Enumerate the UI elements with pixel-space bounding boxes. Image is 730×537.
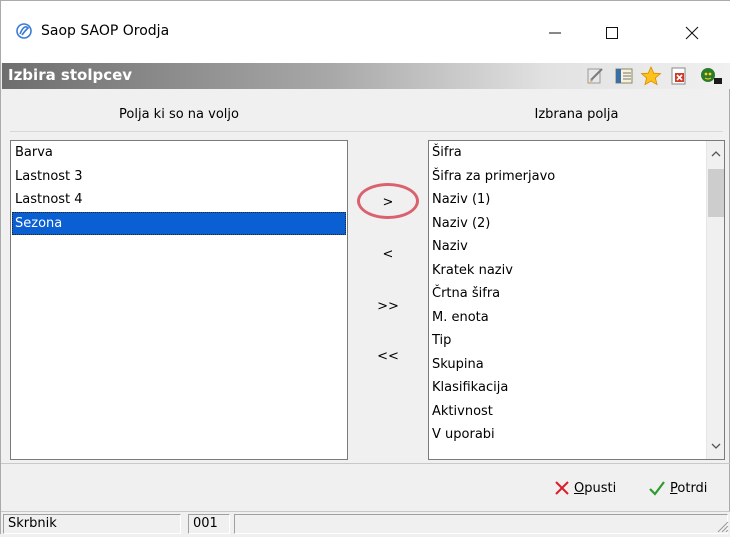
confirm-check-icon	[649, 481, 665, 496]
close-button[interactable]	[669, 13, 715, 53]
status-user: Skrbnik	[3, 514, 181, 534]
status-bar: Skrbnik 001	[1, 511, 730, 535]
header-divider	[10, 131, 723, 132]
list-item[interactable]: Aktivnost	[429, 400, 724, 424]
list-item[interactable]: V uporabi	[429, 423, 724, 447]
columns-icon[interactable]	[613, 66, 635, 86]
selected-fields-heading: Izbrana polja	[428, 97, 725, 131]
list-item[interactable]: Naziv	[429, 235, 724, 259]
confirm-button[interactable]: Potrdi	[648, 475, 707, 501]
list-item[interactable]: Klasifikacija	[429, 376, 724, 400]
status-code: 001	[188, 514, 230, 534]
minimize-button[interactable]	[532, 13, 578, 53]
cancel-button[interactable]: Opusti	[554, 475, 616, 501]
window-title: Saop SAOP Orodja	[41, 23, 170, 39]
dialog-heading: Izbira stolpcev	[8, 66, 133, 84]
header-strip: Izbira stolpcev	[2, 63, 730, 89]
maximize-icon	[606, 27, 618, 39]
list-item[interactable]: Naziv (2)	[429, 212, 724, 236]
resize-grip-icon[interactable]	[715, 519, 729, 533]
scroll-down-icon[interactable]	[707, 437, 724, 455]
list-item-selected[interactable]: Sezona	[12, 211, 346, 235]
favorite-star-icon[interactable]	[640, 66, 662, 86]
action-separator	[1, 463, 730, 464]
edit-icon[interactable]	[585, 66, 607, 86]
help-person-icon[interactable]	[696, 66, 726, 86]
list-item[interactable]: M. enota	[429, 306, 724, 330]
remove-all-fields-button[interactable]: <<	[365, 345, 411, 367]
cancel-label: Opusti	[574, 480, 617, 496]
dialog-window: Saop SAOP Orodja Izbira stolpcev Polja k…	[0, 0, 730, 535]
list-item[interactable]: Naziv (1)	[429, 188, 724, 212]
status-empty	[234, 514, 728, 534]
available-fields-list[interactable]: Barva Lastnost 3 Lastnost 4 Sezona	[10, 140, 348, 460]
available-fields-heading: Polja ki so na voljo	[10, 97, 348, 131]
saop-app-icon	[15, 22, 33, 40]
maximize-button[interactable]	[589, 13, 635, 53]
confirm-label: Potrdi	[670, 480, 708, 496]
close-document-icon[interactable]	[668, 66, 690, 86]
scrollbar-thumb[interactable]	[708, 169, 724, 217]
close-icon	[685, 26, 699, 40]
minimize-icon	[549, 32, 561, 34]
add-all-fields-button[interactable]: >>	[365, 295, 411, 317]
list-item[interactable]: Črtna šifra	[429, 282, 724, 306]
list-item[interactable]: Lastnost 3	[11, 165, 347, 189]
title-bar[interactable]: Saop SAOP Orodja	[1, 1, 730, 63]
list-item[interactable]: Skupina	[429, 353, 724, 377]
list-item[interactable]: Šifra za primerjavo	[429, 165, 724, 189]
list-item[interactable]: Kratek naziv	[429, 259, 724, 283]
add-field-button[interactable]: >	[365, 191, 411, 213]
cancel-x-icon	[555, 481, 569, 495]
scroll-up-icon[interactable]	[707, 145, 724, 163]
list-item[interactable]: Lastnost 4	[11, 188, 347, 212]
list-item[interactable]: Tip	[429, 329, 724, 353]
remove-field-button[interactable]: <	[365, 243, 411, 265]
list-item[interactable]: Šifra	[429, 141, 724, 165]
list-item[interactable]: Barva	[11, 141, 347, 165]
selected-fields-list[interactable]: Šifra Šifra za primerjavo Naziv (1) Nazi…	[428, 140, 725, 460]
vertical-scrollbar[interactable]	[706, 141, 724, 459]
